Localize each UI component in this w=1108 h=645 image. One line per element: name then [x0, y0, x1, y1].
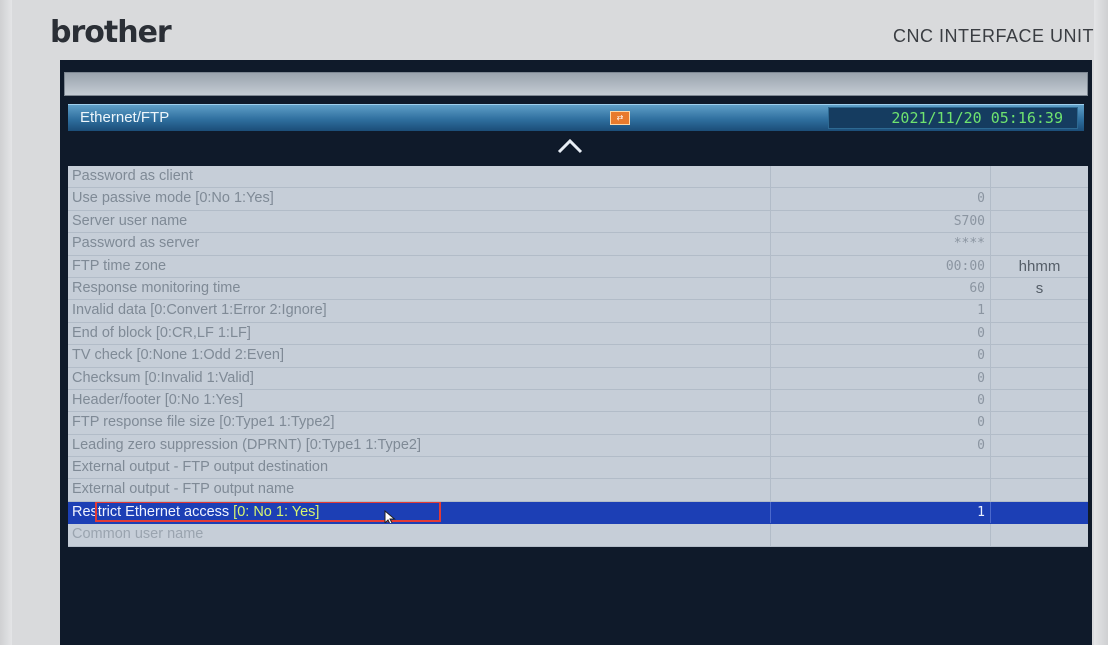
- parameter-unit: [991, 502, 1088, 523]
- table-row[interactable]: FTP time zone 00:00 hhmm: [68, 255, 1088, 278]
- mouse-pointer-icon: [384, 509, 396, 524]
- parameter-unit: [991, 457, 1088, 478]
- parameter-unit: [991, 435, 1088, 456]
- parameter-unit: [991, 188, 1088, 209]
- parameter-label: FTP response file size [0:Type1 1:Type2]: [68, 412, 771, 434]
- parameter-value: 00:00: [771, 255, 991, 277]
- parameter-options: [0: No 1: Yes]: [233, 503, 320, 520]
- table-row[interactable]: TV check [0:None 1:Odd 2:Even] 0: [68, 345, 1088, 368]
- parameter-unit: [991, 323, 1088, 344]
- table-row[interactable]: Checksum [0:Invalid 1:Valid] 0: [68, 367, 1088, 390]
- parameter-label: Server user name: [68, 210, 771, 233]
- command-input-bar[interactable]: [64, 72, 1088, 96]
- parameter-label: TV check [0:None 1:Odd 2:Even]: [68, 345, 771, 367]
- parameter-unit: [991, 524, 1088, 545]
- parameter-value: 0: [771, 367, 991, 389]
- table-row[interactable]: Response monitoring time 60 s: [68, 277, 1088, 301]
- parameter-value: 0: [771, 345, 991, 367]
- screen-title: Ethernet/FTP: [80, 109, 170, 126]
- parameter-label: External output - FTP output name: [68, 479, 771, 501]
- parameter-unit: [991, 479, 1088, 500]
- parameter-label: Leading zero suppression (DPRNT) [0:Type…: [68, 434, 771, 457]
- parameter-value: 0: [771, 412, 991, 434]
- parameter-label: Use passive mode [0:No 1:Yes]: [68, 188, 771, 210]
- parameter-unit: [991, 300, 1088, 321]
- parameter-value: 0: [771, 434, 991, 457]
- table-row[interactable]: End of block [0:CR,LF 1:LF] 0: [68, 322, 1088, 346]
- unit-label: CNC INTERFACE UNIT: [892, 26, 1094, 46]
- parameter-unit: [991, 345, 1088, 366]
- parameter-label: Common user name: [68, 524, 771, 546]
- parameter-value: 0: [771, 322, 991, 345]
- parameter-label: External output - FTP output destination: [68, 457, 771, 479]
- parameter-unit: hhmm: [1018, 257, 1061, 275]
- parameter-name: Restrict Ethernet access: [72, 503, 234, 520]
- parameter-value: ****: [771, 233, 991, 255]
- table-row-selected[interactable]: Restrict Ethernet access [0: No 1: Yes] …: [68, 501, 1088, 525]
- parameter-label: Checksum [0:Invalid 1:Valid]: [68, 367, 771, 389]
- parameter-value: [771, 166, 991, 188]
- parameter-value: [771, 479, 991, 501]
- table-row[interactable]: External output - FTP output name: [68, 479, 1088, 502]
- parameter-unit: [991, 166, 1088, 187]
- parameter-value: 0: [771, 389, 991, 412]
- table-row[interactable]: External output - FTP output destination: [68, 457, 1088, 480]
- parameter-unit: [991, 211, 1088, 232]
- table-row[interactable]: Common user name: [68, 524, 1088, 547]
- datetime-display: 2021/11/20 05:16:39: [891, 109, 1063, 127]
- table-row[interactable]: Password as server ****: [68, 233, 1088, 256]
- table-row[interactable]: Invalid data [0:Convert 1:Error 2:Ignore…: [68, 300, 1088, 323]
- ethernet-status-icon: ⇄: [610, 111, 630, 125]
- parameter-unit: [991, 412, 1088, 433]
- parameter-value: 1: [771, 300, 991, 322]
- table-row[interactable]: Use passive mode [0:No 1:Yes] 0: [68, 188, 1088, 211]
- monitor-bezel-left: [0, 0, 12, 645]
- monitor-bezel-right: [1094, 0, 1108, 645]
- brand-logo: brother: [50, 15, 172, 50]
- parameter-label: Restrict Ethernet access [0: No 1: Yes]: [68, 501, 771, 524]
- chevron-up-icon: [557, 138, 583, 154]
- table-row[interactable]: Header/footer [0:No 1:Yes] 0: [68, 389, 1088, 413]
- table-row[interactable]: Server user name S700: [68, 210, 1088, 234]
- parameter-label: FTP time zone: [68, 255, 771, 277]
- table-row[interactable]: Leading zero suppression (DPRNT) [0:Type…: [68, 434, 1088, 458]
- parameter-value: S700: [771, 210, 991, 233]
- clock-panel: 2021/11/20 05:16:39: [828, 107, 1078, 129]
- parameter-label: Response monitoring time: [68, 277, 771, 300]
- parameter-unit: [991, 390, 1088, 411]
- parameter-table: Password as client Use passive mode [0:N…: [68, 166, 1088, 547]
- parameter-unit: [991, 368, 1088, 389]
- parameter-unit: s: [1035, 279, 1044, 297]
- parameter-unit: [991, 233, 1088, 254]
- cnc-screen: Ethernet/FTP ⇄ 2021/11/20 05:16:39 Passw…: [60, 60, 1092, 645]
- parameter-value: [771, 457, 991, 479]
- table-row[interactable]: Password as client: [68, 166, 1088, 189]
- parameter-value: 60: [771, 277, 991, 300]
- parameter-value: 0: [771, 188, 991, 210]
- parameter-label: Password as server: [68, 233, 771, 255]
- parameter-label: End of block [0:CR,LF 1:LF]: [68, 322, 771, 345]
- parameter-label: Header/footer [0:No 1:Yes]: [68, 389, 771, 412]
- parameter-value: [771, 524, 991, 546]
- parameter-label: Password as client: [68, 166, 771, 188]
- scroll-up-button[interactable]: [520, 132, 620, 160]
- screen-title-bar: Ethernet/FTP ⇄ 2021/11/20 05:16:39: [68, 104, 1084, 131]
- table-row[interactable]: FTP response file size [0:Type1 1:Type2]…: [68, 412, 1088, 435]
- parameter-label: Invalid data [0:Convert 1:Error 2:Ignore…: [68, 300, 771, 322]
- parameter-value: 1: [771, 501, 991, 524]
